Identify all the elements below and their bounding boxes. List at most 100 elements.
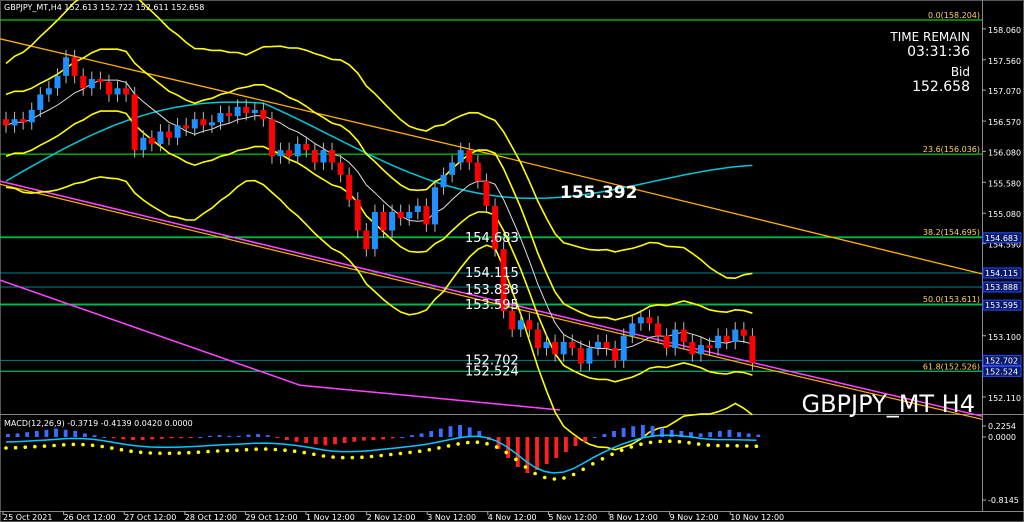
candle-bearish[interactable] [423,205,430,225]
candle-bullish[interactable] [140,137,147,151]
candle-bullish[interactable] [629,323,636,336]
candle-bullish[interactable] [114,88,121,95]
candle-bearish[interactable] [268,119,275,157]
candle-bullish[interactable] [294,143,301,157]
candle-bullish[interactable] [371,212,378,250]
candle-bearish[interactable] [663,335,670,349]
candle-bearish[interactable] [105,82,112,95]
candle-bearish[interactable] [131,94,138,151]
macd-signal-dot [13,445,18,450]
macd-histogram-bar [25,432,30,437]
candle-bullish[interactable] [174,125,181,138]
candle-bearish[interactable] [337,162,344,175]
candle-bullish[interactable] [732,329,739,342]
macd-histogram-bar [410,435,414,437]
candle-bullish[interactable] [543,341,550,349]
candle-bearish[interactable] [646,317,653,324]
candle-bearish[interactable] [552,341,559,355]
candle-bullish[interactable] [157,131,164,144]
candle-bullish[interactable] [406,212,413,219]
candle-bullish[interactable] [88,78,95,89]
candle-bearish[interactable] [612,348,619,361]
candle-bullish[interactable] [191,119,198,129]
candle-bearish[interactable] [183,125,190,129]
candle-bearish[interactable] [243,106,250,113]
candle-bullish[interactable] [697,345,704,355]
macd-signal-dot [610,452,614,457]
candle-bullish[interactable] [457,150,464,163]
candle-bearish[interactable] [226,113,233,117]
candle-bullish[interactable] [37,94,44,110]
symbol-header: GBPJPY_MT,H4 152.613 152.722 152.611 152… [4,3,204,12]
candle-bullish[interactable] [28,109,35,123]
candle-bullish[interactable] [431,187,438,225]
candle-bearish[interactable] [603,341,610,349]
candle-bullish[interactable] [637,317,644,324]
candle-bearish[interactable] [123,88,130,95]
candle-bearish[interactable] [329,150,336,163]
candle-bullish[interactable] [389,212,396,231]
candle-bearish[interactable] [303,143,310,151]
candle-bearish[interactable] [397,212,404,219]
candle-bearish[interactable] [483,181,490,206]
candle-bullish[interactable] [54,75,61,89]
candle-bullish[interactable] [449,162,456,175]
candle-bullish[interactable] [440,174,447,188]
candle-bullish[interactable] [251,109,258,113]
macd-signal-dot [716,443,720,448]
candle-bearish[interactable] [354,199,361,231]
candle-bullish[interactable] [277,150,284,157]
candle-bearish[interactable] [749,335,756,363]
level-tag-label: 152.702 [985,356,1018,365]
candle-bullish[interactable] [586,348,593,364]
candle-bearish[interactable] [97,78,104,83]
candle-bearish[interactable] [655,323,662,336]
candle-bearish[interactable] [166,131,173,138]
candle-bullish[interactable] [234,106,241,117]
candle-bullish[interactable] [320,150,327,163]
candle-bearish[interactable] [466,150,473,163]
candle-bearish[interactable] [20,119,27,123]
candle-bearish[interactable] [380,212,387,231]
candle-bullish[interactable] [517,320,524,330]
candle-bearish[interactable] [534,329,541,349]
candle-bullish[interactable] [208,122,215,126]
candle-bullish[interactable] [715,335,722,349]
candle-bearish[interactable] [346,174,353,200]
candle-bearish[interactable] [311,150,318,163]
candle-bearish[interactable] [723,335,730,342]
candle-bearish[interactable] [200,119,207,126]
price-chart[interactable]: 158.060 157.560 157.070 156.570 156.080 155.5… [0,0,1024,522]
candle-bearish[interactable] [363,230,370,250]
candle-bearish[interactable] [80,75,87,89]
candle-bearish[interactable] [689,341,696,355]
candle-bearish[interactable] [509,311,516,330]
candle-bullish[interactable] [620,335,627,361]
macd-signal-dot [408,450,412,455]
candle-bullish[interactable] [45,88,52,95]
candle-bearish[interactable] [286,150,293,157]
time-remain-value: 03:31:36 [907,44,970,60]
candle-bearish[interactable] [706,345,713,349]
candle-bearish[interactable] [71,57,78,76]
candle-bearish[interactable] [569,341,576,349]
candle-bullish[interactable] [217,113,224,123]
macd-histogram-bar [592,437,597,438]
candle-bearish[interactable] [474,162,481,182]
candle-bearish[interactable] [577,348,584,364]
macd-histogram-bar [102,437,107,438]
macd-signal-dot [292,449,297,454]
candle-bullish[interactable] [414,205,421,212]
candle-bearish[interactable] [2,119,10,126]
macd-signal-dot [687,440,691,445]
candle-bullish[interactable] [560,341,567,355]
candle-bullish[interactable] [63,57,70,76]
candle-bearish[interactable] [680,329,687,342]
candle-bearish[interactable] [740,329,747,336]
candle-bearish[interactable] [526,320,533,330]
candle-bullish[interactable] [11,119,18,126]
candle-bullish[interactable] [672,329,679,349]
candle-bearish[interactable] [260,109,267,120]
candle-bearish[interactable] [148,137,155,144]
candle-bullish[interactable] [594,341,601,349]
